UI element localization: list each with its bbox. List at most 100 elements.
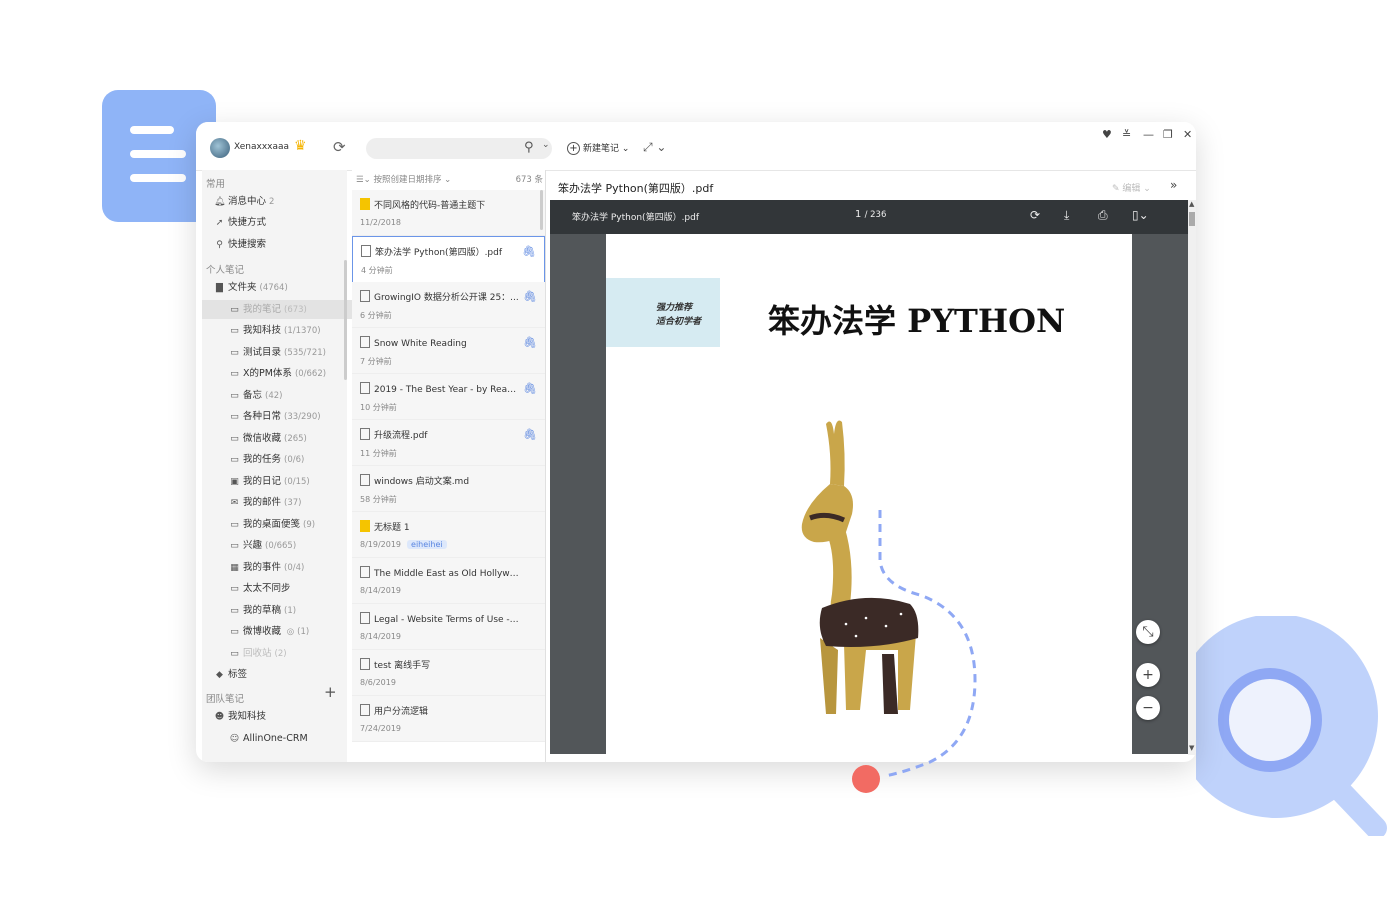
search-input[interactable]: ⚲ ⌄ (366, 138, 552, 159)
new-note-label: 新建笔记 (583, 144, 620, 154)
note-date: 10 分钟前 (360, 403, 397, 412)
folder-icon: ▭ (230, 520, 239, 530)
folder-item[interactable]: ▦ 我的事件 (0/4) (202, 558, 374, 577)
doc-icon (360, 336, 370, 348)
folder-item[interactable]: ▭ 各种日常 (33/290) (202, 407, 374, 426)
item-label: 回收站 (243, 648, 272, 659)
note-date: 8/19/2019 (360, 540, 402, 549)
bookmark-icon[interactable]: ▯⌄ (1132, 208, 1149, 222)
folder-item[interactable]: ▭ 备忘 (42) (202, 386, 374, 405)
sidebar-item-shortcuts[interactable]: ➚ 快捷方式 (202, 213, 359, 232)
folder-item[interactable]: ▭ 我知科技 (1/1370) (202, 321, 374, 340)
item-label: 文件夹 (228, 282, 257, 293)
folder-item[interactable]: ▭ X的PM体系 (0/662) (202, 364, 374, 383)
attachment-icon: 🖇︎ (523, 382, 537, 395)
scroll-thumb[interactable] (1189, 212, 1195, 226)
list-item[interactable]: 不同风格的代码-普通主题下 11/2/2018 (352, 190, 545, 236)
restore-icon[interactable]: ❐ (1163, 128, 1173, 141)
scroll-down-icon[interactable]: ▼ (1189, 744, 1194, 752)
folder-item[interactable]: ▣ 我的日记 (0/15) (202, 472, 374, 491)
sidebar-item-message-center[interactable]: 🔔︎ 消息中心 2 (202, 192, 359, 211)
folder-trash[interactable]: ▭ 回收站 (2) (202, 644, 374, 663)
recommend-box: 强力推荐 适合初学者 (606, 278, 720, 347)
list-item[interactable]: 升级流程.pdf 11 分钟前 🖇︎ (352, 420, 545, 466)
sidebar-item-quick-search[interactable]: ⚲ 快捷搜索 (202, 235, 359, 254)
list-item[interactable]: windows 启动文案.md 58 分钟前 (352, 466, 545, 512)
zoom-out-button[interactable]: − (1136, 696, 1160, 720)
item-label: 测试目录 (243, 347, 282, 358)
item-label: 我的笔记 (243, 304, 282, 315)
list-item[interactable]: 无标题 1 8/19/2019 eiheihei (352, 512, 545, 558)
sidebar-item-folders[interactable]: ▇ 文件夹 (4764) (202, 278, 359, 297)
sort-dropdown[interactable]: ☰⌄ 按照创建日期排序 ⌄ (356, 170, 451, 190)
rotate-icon[interactable]: ⟳ (1030, 208, 1040, 222)
weibo-icon: ◎ (284, 627, 295, 637)
folder-item[interactable]: ▭ 我的草稿 (1) (202, 601, 374, 620)
note-list-scrollbar[interactable] (540, 190, 543, 230)
list-item[interactable]: The Middle East as Old Hollywood Sa... 8/… (352, 558, 545, 604)
sidebar-item-team-sub[interactable]: ☺ AllinOne-CRM (202, 729, 374, 748)
minimize-icon[interactable]: — (1143, 128, 1154, 141)
item-label: 快捷方式 (228, 217, 267, 228)
folder-item[interactable]: ▭ 太太不同步 (202, 579, 374, 598)
menu-icon[interactable]: ≚ (1122, 128, 1131, 141)
folder-item[interactable]: ▭ 微信收藏 (265) (202, 429, 374, 448)
sidebar-item-tags[interactable]: ◆ 标签 (202, 665, 359, 684)
collapse-icon[interactable]: » (1170, 178, 1177, 192)
crown-icon[interactable]: ♛ (294, 138, 307, 154)
page-indicator[interactable]: 1 / 236 (855, 209, 886, 220)
expand-icon[interactable]: ⤢ ⌄ (643, 140, 666, 155)
edit-button[interactable]: ✎ 编辑 ⌄ (1112, 181, 1151, 194)
chevron-down-icon[interactable]: ⌄ (542, 140, 550, 150)
download-icon[interactable]: ⤓ (1064, 208, 1069, 223)
search-icon[interactable]: ⚲ (524, 140, 534, 155)
username[interactable]: Xenaxxxaaa (234, 142, 289, 152)
page-current[interactable]: 1 (855, 209, 861, 220)
print-icon[interactable]: ⎙ (1098, 208, 1108, 223)
sync-icon[interactable]: ⟳ (333, 138, 346, 156)
folder-icon: ▭ (230, 584, 239, 594)
folder-item[interactable]: ▭ 我的桌面便笺 (9) (202, 515, 374, 534)
folder-item[interactable]: ▭ 微博收藏 ◎ (1) (202, 622, 374, 641)
doc-icon (360, 290, 370, 302)
sidebar-scrollbar[interactable] (344, 260, 347, 380)
list-item-selected[interactable]: 笨办法学 Python(第四版）.pdf 4 分钟前 🖇︎ (352, 236, 545, 283)
item-label: 微信收藏 (243, 433, 282, 444)
avatar[interactable] (210, 138, 230, 158)
add-team-button[interactable]: + (324, 683, 337, 701)
note-date: 58 分钟前 (360, 495, 397, 504)
list-item[interactable]: 2019 - The Best Year - by Readdle... 10 分… (352, 374, 545, 420)
list-item[interactable]: 用户分流逻辑 7/24/2019 (352, 696, 545, 742)
section-personal: 个人笔记 (206, 265, 245, 276)
list-item[interactable]: test 离线手写 8/6/2019 (352, 650, 545, 696)
item-count: (2) (274, 649, 287, 659)
fit-page-button[interactable]: ⤡ (1136, 620, 1160, 644)
attachment-icon: 🖇︎ (523, 290, 537, 303)
item-label: AllinOne-CRM (243, 733, 308, 744)
sidebar-item-team[interactable]: ☻ 我知科技 (202, 707, 359, 726)
folder-item[interactable]: ▭ 兴趣 (0/665) (202, 536, 374, 555)
list-item[interactable]: Legal - Website Terms of Use - Apple 8/14… (352, 604, 545, 650)
list-item[interactable]: Snow White Reading 7 分钟前 🖇︎ (352, 328, 545, 374)
folder-item[interactable]: ✉ 我的邮件 (37) (202, 493, 374, 512)
folder-item[interactable]: ▭ 测试目录 (535/721) (202, 343, 374, 362)
skin-icon[interactable]: ♥ (1102, 128, 1112, 141)
doc-icon (360, 612, 370, 624)
new-note-button[interactable]: + 新建笔记 ⌄ (567, 141, 629, 155)
zoom-in-button[interactable]: + (1136, 663, 1160, 687)
scroll-up-icon[interactable]: ▲ (1189, 200, 1194, 208)
pdf-page: 强力推荐 适合初学者 笨办法学 PYTHON (606, 234, 1132, 754)
close-icon[interactable]: ✕ (1183, 128, 1192, 141)
item-label: 兴趣 (243, 540, 263, 551)
magnifier-decoration-icon (1196, 616, 1387, 836)
item-count: (535/721) (284, 348, 326, 358)
list-item[interactable]: GrowingIO 数据分析公开课 25：... 6 分钟前 🖇︎ (352, 282, 545, 328)
folder-item[interactable]: ▭ 我的任务 (0/6) (202, 450, 374, 469)
item-count: 2 (269, 197, 275, 207)
pdf-toolbar: 笨办法学 Python(第四版）.pdf 1 / 236 ⟳ ⤓ ⎙ ▯⌄ (550, 200, 1188, 234)
folder-my-notes[interactable]: ▭ 我的笔记 (673) (202, 300, 374, 319)
viewer-scrollbar[interactable]: ▲ ▼ (1188, 200, 1196, 755)
section-team: 团队笔记 (206, 694, 245, 705)
item-label: 消息中心 (228, 196, 267, 207)
note-tag[interactable]: eiheihei (407, 540, 447, 549)
